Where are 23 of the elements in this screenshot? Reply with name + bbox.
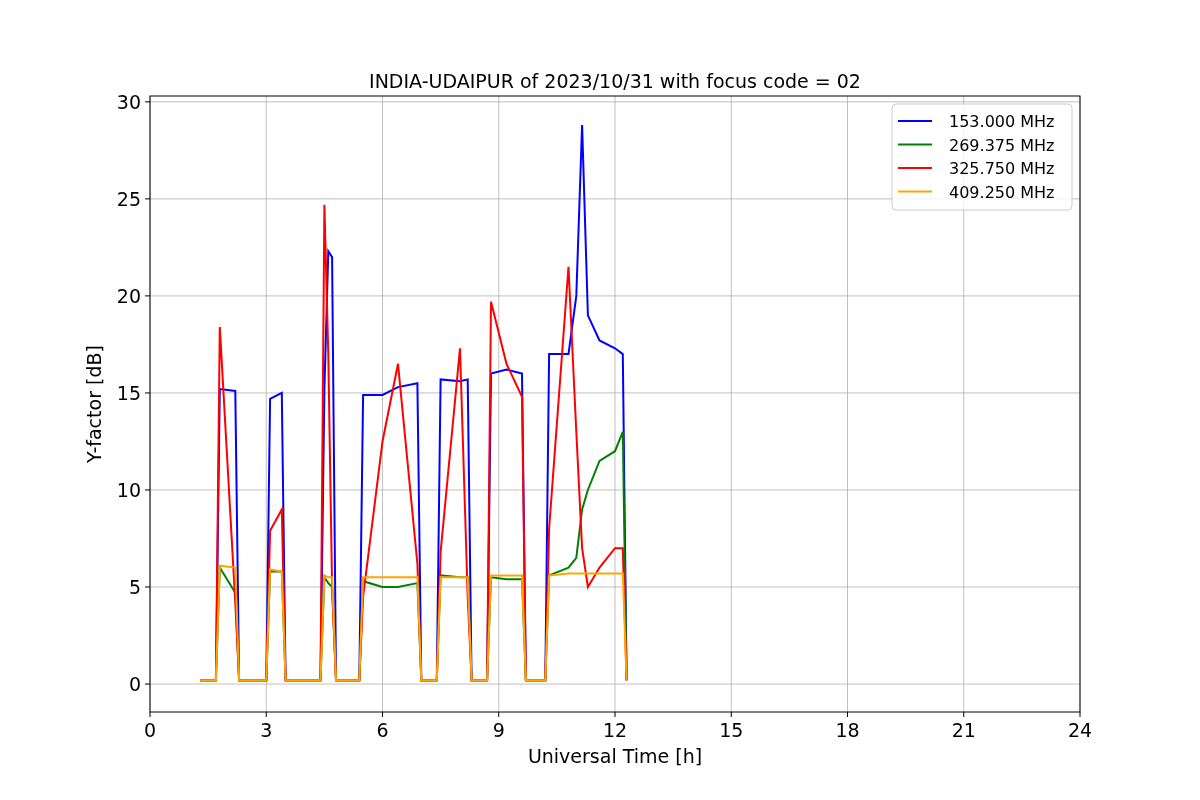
tick-label: 15 (719, 719, 744, 741)
tick-label: 18 (835, 719, 860, 741)
tick-label: 9 (492, 719, 505, 741)
tick-label: 25 (116, 187, 141, 210)
tick-label: 12 (602, 719, 628, 741)
x-axis-label: Universal Time [h] (527, 745, 703, 767)
tick-label: 6 (376, 719, 389, 741)
tick-label: 20 (116, 284, 141, 307)
legend-label: 153.000 MHz (949, 112, 1055, 131)
chart-title: INDIA-UDAIPUR of 2023/10/31 with focus code = 02 (369, 70, 861, 92)
y-axis-label: Y-factor [dB] (83, 345, 105, 463)
tick-label: 0 (128, 673, 141, 696)
tick-label: 30 (116, 90, 141, 113)
tick-label: 10 (116, 479, 141, 501)
legend-label: 325.750 MHz (949, 159, 1055, 178)
tick-label: 3 (260, 719, 273, 741)
tick-label: 15 (116, 381, 141, 404)
tick-label: 24 (1067, 719, 1093, 741)
legend-label: 409.250 MHz (949, 182, 1055, 202)
tick-label: 0 (143, 719, 157, 741)
tick-label: 5 (128, 576, 141, 598)
tick-label: 21 (951, 719, 976, 741)
legend-label: 269.375 MHz (949, 135, 1055, 155)
